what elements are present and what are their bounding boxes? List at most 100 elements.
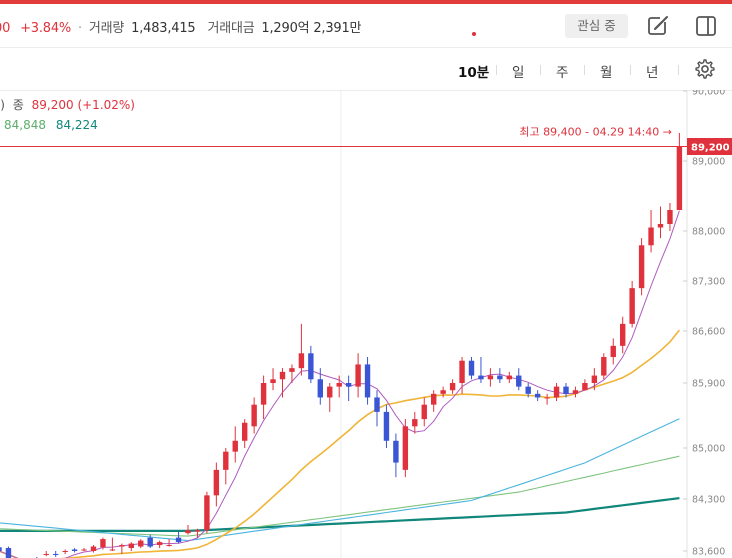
y-tick-label: 83,600 xyxy=(692,547,725,558)
candle-body xyxy=(194,530,201,532)
edit-icon[interactable] xyxy=(646,14,670,38)
candle-body xyxy=(601,357,607,376)
price-legend: s) 종 89,200 (+1.02%) xyxy=(0,96,135,113)
candle-body xyxy=(156,542,163,546)
y-tick-label: 90,000 xyxy=(692,90,725,98)
y-tick-label: 84,300 xyxy=(692,495,725,506)
candle-body xyxy=(553,386,560,398)
y-tick-label: 85,900 xyxy=(692,379,725,390)
candle-body xyxy=(383,411,390,441)
candle-body xyxy=(223,451,229,470)
candle-body xyxy=(90,546,97,551)
candle-body xyxy=(563,386,569,394)
y-tick-label: 87,300 xyxy=(692,277,725,288)
candle-body xyxy=(459,360,465,383)
candle-body xyxy=(119,545,125,547)
candle-body xyxy=(667,210,673,224)
candle-body xyxy=(629,288,635,324)
candle-body xyxy=(582,383,588,391)
candlestick-chart[interactable]: 90,000 89,000 88,000 87,300 86,600 85,900 85,0… xyxy=(0,90,732,558)
candle-body xyxy=(100,539,106,548)
y-tick-label: 89,000 xyxy=(692,157,725,168)
candle-body xyxy=(138,540,144,547)
tab-month[interactable]: 월 xyxy=(600,61,612,81)
stock-header: 00 +3.84% · 거래량 1,483,415 거래대금 1,290억 2,… xyxy=(0,4,732,48)
candle-body xyxy=(525,386,531,394)
stock-stats: 00 +3.84% · 거래량 1,483,415 거래대금 1,290억 2,… xyxy=(0,17,362,36)
tab-10min[interactable]: 10분 xyxy=(458,61,489,81)
candle-body xyxy=(270,379,276,383)
close-label: 종 xyxy=(12,98,24,112)
legend-prefix: s) xyxy=(0,98,5,112)
y-tick-label: 86,600 xyxy=(692,327,725,338)
ma-value: 84,224 xyxy=(55,118,98,132)
candle-body xyxy=(298,353,305,369)
candle-body xyxy=(374,397,380,412)
divider xyxy=(496,65,497,75)
chart-toolbar: 10분 일 주 월 년 xyxy=(0,48,732,91)
candle-body xyxy=(185,530,191,534)
candle-body xyxy=(128,543,134,549)
tab-day[interactable]: 일 xyxy=(512,61,524,81)
candle-body xyxy=(53,553,59,555)
change-percent: +3.84% xyxy=(20,21,72,36)
candle-body xyxy=(487,375,494,380)
candle-body xyxy=(534,393,541,398)
current-price-label: 89,200 xyxy=(691,143,730,154)
candle-body xyxy=(610,345,616,357)
candle-body xyxy=(260,383,267,405)
volume-label: 거래량 xyxy=(88,21,125,36)
candle-body xyxy=(506,375,512,380)
candle-body xyxy=(336,383,342,387)
candle-body xyxy=(251,404,257,427)
ma240-line xyxy=(0,497,680,532)
candle-body xyxy=(468,360,475,376)
candle-body xyxy=(412,419,418,427)
candle-body xyxy=(62,551,68,552)
tab-week[interactable]: 주 xyxy=(556,61,568,81)
amount-value: 1,290억 2,391만 xyxy=(261,21,362,36)
price-change: 00 xyxy=(0,21,11,36)
candle-body xyxy=(43,553,49,555)
candle-body xyxy=(657,224,664,228)
divider xyxy=(584,65,585,75)
candle-body xyxy=(0,547,2,551)
candle-body xyxy=(572,390,579,394)
y-tick-label: 88,000 xyxy=(692,227,725,238)
candle-body xyxy=(109,549,116,551)
candle-body xyxy=(81,549,87,551)
candle-body xyxy=(355,364,361,387)
candle-body xyxy=(317,379,323,398)
divider xyxy=(630,65,631,75)
candle-body xyxy=(421,404,427,420)
candle-body xyxy=(289,368,295,372)
candle-body xyxy=(308,353,314,380)
gear-icon[interactable] xyxy=(694,58,716,80)
layout-icon[interactable] xyxy=(694,14,718,38)
candle-body xyxy=(147,537,153,547)
ma60-line xyxy=(0,418,680,542)
candle-body xyxy=(327,386,333,398)
candle-body xyxy=(676,147,683,210)
candle-body xyxy=(204,495,210,531)
candle-body xyxy=(449,383,456,391)
candle-body xyxy=(242,422,248,441)
candle-body xyxy=(544,397,550,399)
candle-body xyxy=(431,393,437,405)
divider xyxy=(540,65,541,75)
candle-body xyxy=(5,548,12,558)
ma-value: 84,848 xyxy=(4,118,46,132)
volume-value: 1,483,415 xyxy=(131,21,196,36)
separator: · xyxy=(78,21,82,36)
candle-body xyxy=(440,390,446,394)
candle-body xyxy=(393,440,399,463)
tab-year[interactable]: 년 xyxy=(646,61,658,81)
candle-body xyxy=(364,364,371,398)
candle-body xyxy=(279,371,286,380)
candle-body xyxy=(166,545,172,547)
candle-body xyxy=(638,245,645,289)
close-value: 89,200 (+1.02%) xyxy=(31,98,135,112)
candle-body xyxy=(648,227,654,246)
candle-body xyxy=(402,426,409,470)
watchlist-button[interactable]: 관심 중 xyxy=(565,14,628,38)
